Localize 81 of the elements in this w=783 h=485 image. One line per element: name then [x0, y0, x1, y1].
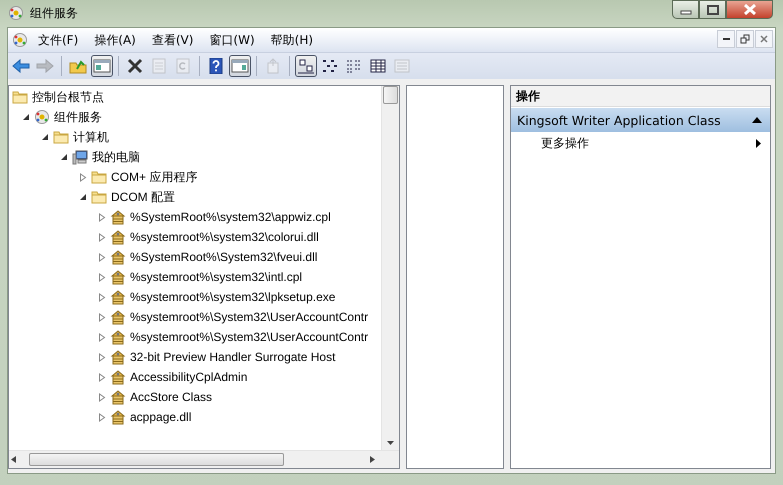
tree-item[interactable]: acppage.dll — [130, 410, 192, 424]
delete-icon — [126, 58, 144, 74]
toolbar-button[interactable] — [295, 55, 317, 77]
tree-item[interactable]: 组件服务 — [54, 108, 102, 126]
tree-item[interactable]: DCOM 配置 — [111, 188, 175, 206]
package-icon — [110, 369, 126, 385]
package-icon — [110, 389, 126, 405]
scrollbar-thumb[interactable] — [29, 453, 284, 466]
package-icon — [110, 329, 126, 345]
package-icon — [110, 269, 126, 285]
back-arrow-icon — [12, 58, 30, 74]
folder-icon — [12, 89, 28, 105]
child-close-button[interactable] — [755, 30, 773, 48]
tree-item[interactable]: %SystemRoot%\system32\appwiz.cpl — [130, 210, 331, 224]
menu-item[interactable]: 窗口(W) — [201, 30, 263, 50]
app-menu-icon — [12, 32, 28, 48]
actions-section-header[interactable]: Kingsoft Writer Application Class — [511, 108, 770, 132]
folder-up-icon — [69, 58, 87, 74]
menu-item[interactable]: 文件(F) — [30, 30, 86, 50]
app-icon — [8, 5, 24, 21]
tree-item[interactable]: AccStore Class — [130, 390, 212, 404]
tree-item[interactable]: 32-bit Preview Handler Surrogate Host — [130, 350, 336, 364]
menu-item[interactable]: 查看(V) — [144, 30, 202, 50]
maximize-button[interactable] — [699, 0, 726, 19]
refresh-icon — [174, 58, 192, 74]
tree-item[interactable]: %SystemRoot%\System32\fveui.dll — [130, 250, 318, 264]
action-item[interactable]: 更多操作 — [511, 132, 770, 154]
forward-arrow-icon — [36, 58, 54, 74]
close-icon — [742, 4, 756, 15]
package-icon — [110, 289, 126, 305]
tree-item[interactable]: %systemroot%\System32\UserAccountContr — [130, 310, 368, 324]
menu-item[interactable]: 帮助(H) — [262, 30, 322, 50]
folder-icon — [53, 129, 69, 145]
tree-item[interactable]: %systemroot%\system32\lpksetup.exe — [130, 290, 336, 304]
folder-icon — [91, 189, 107, 205]
toolbar-button[interactable] — [91, 55, 113, 77]
package-icon — [110, 249, 126, 265]
tree-item[interactable]: COM+ 应用程序 — [111, 168, 198, 186]
restore-icon — [740, 34, 750, 44]
pane-toggle-icon — [93, 58, 111, 74]
help-icon — [207, 58, 225, 74]
horizontal-scrollbar[interactable] — [9, 450, 400, 468]
close-button[interactable] — [726, 0, 773, 19]
scrollbar-thumb[interactable] — [383, 86, 398, 104]
actions-header: 操作 — [511, 86, 770, 107]
small-icons-view-icon — [321, 58, 339, 74]
scroll-left-arrow-icon — [9, 455, 17, 464]
details-view-icon — [369, 58, 387, 74]
minimize-icon — [722, 38, 730, 40]
menu-item[interactable]: 操作(A) — [86, 30, 144, 50]
custom-view-icon — [393, 58, 411, 74]
pane-toggle-icon — [231, 58, 249, 74]
tree-item[interactable]: AccessibilityCplAdmin — [130, 370, 248, 384]
package-icon — [110, 349, 126, 365]
package-icon — [110, 409, 126, 425]
maximize-icon — [706, 4, 718, 14]
tree-item[interactable]: 计算机 — [73, 128, 109, 146]
list-view-icon — [345, 58, 363, 74]
package-icon — [110, 309, 126, 325]
scroll-down-arrow-icon — [386, 440, 396, 446]
tree-item[interactable]: %systemroot%\system32\colorui.dll — [130, 230, 319, 244]
child-minimize-button[interactable] — [717, 30, 735, 48]
collapse-arrow-icon — [752, 117, 762, 123]
toolbar-button[interactable] — [229, 55, 251, 77]
package-icon — [110, 209, 126, 225]
vertical-scrollbar[interactable] — [381, 86, 400, 450]
minimize-button[interactable] — [672, 0, 699, 19]
tree-item[interactable]: 控制台根节点 — [32, 88, 104, 106]
scroll-right-arrow-icon — [369, 455, 378, 464]
computer-icon — [72, 149, 88, 165]
tree-item[interactable]: %systemroot%\system32\intl.cpl — [130, 270, 302, 284]
tree-item[interactable]: 我的电脑 — [92, 148, 140, 166]
close-icon — [759, 34, 769, 44]
package-icon — [110, 229, 126, 245]
component-services-icon — [34, 109, 50, 125]
child-restore-button[interactable] — [736, 30, 754, 48]
tree-item[interactable]: %systemroot%\System32\UserAccountContr — [130, 330, 368, 344]
folder-icon — [91, 169, 107, 185]
properties-icon — [150, 58, 168, 74]
window-title: 组件服务 — [30, 4, 78, 22]
large-icons-view-icon — [297, 58, 315, 74]
